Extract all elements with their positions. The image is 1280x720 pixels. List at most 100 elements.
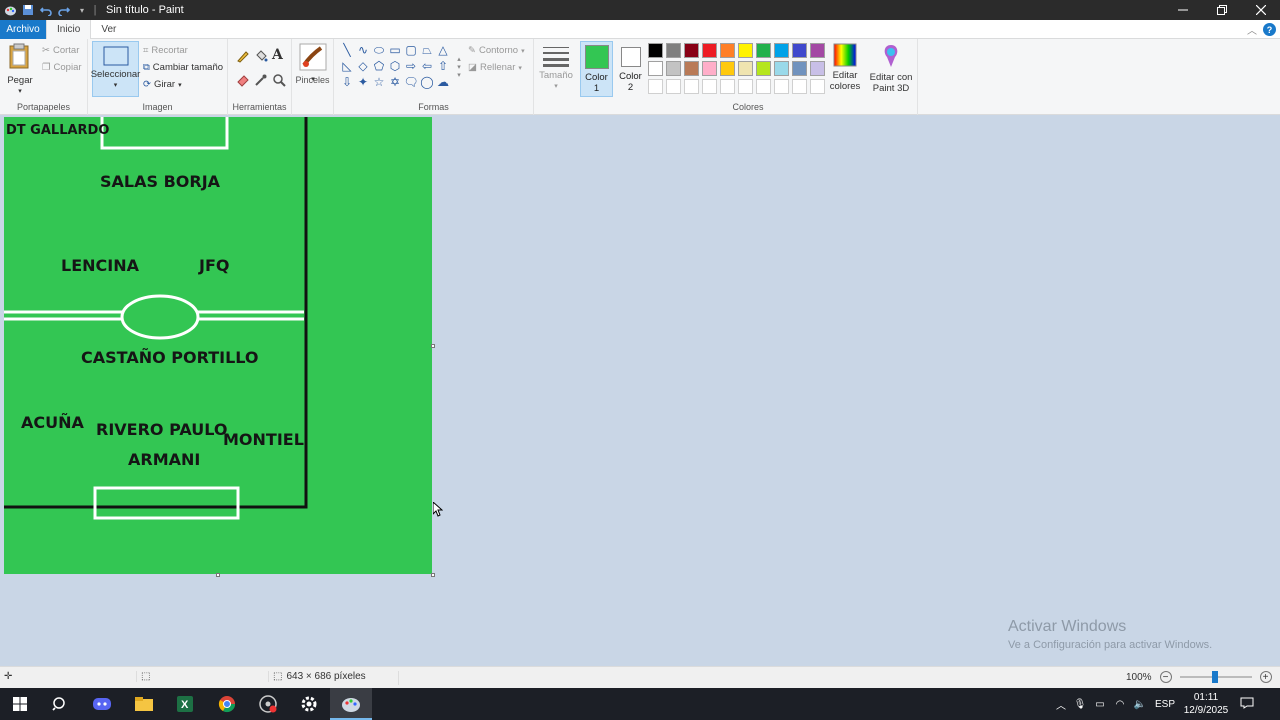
palette-swatch[interactable] bbox=[810, 79, 825, 94]
polygon-shape-icon[interactable]: ⏢ bbox=[420, 43, 434, 57]
chrome-icon[interactable] bbox=[215, 692, 239, 716]
palette-swatch[interactable] bbox=[702, 79, 717, 94]
palette-swatch[interactable] bbox=[648, 43, 663, 58]
shapes-scroll-icon[interactable]: ▴ ▾ ▾ bbox=[452, 43, 466, 91]
paint3d-button[interactable]: Editar con Paint 3D bbox=[868, 43, 914, 94]
tab-view[interactable]: Ver bbox=[91, 20, 126, 39]
palette-swatch[interactable] bbox=[702, 43, 717, 58]
restore-icon[interactable] bbox=[1202, 0, 1241, 20]
collapse-ribbon-icon[interactable]: ︿ bbox=[1247, 22, 1257, 37]
paint-taskbar-button[interactable] bbox=[330, 688, 372, 720]
palette-swatch[interactable] bbox=[720, 43, 735, 58]
resize-button[interactable]: ⧉ Cambiar tamaño bbox=[143, 62, 223, 73]
rotate-button[interactable]: ⟳ Girar ▾ bbox=[143, 79, 182, 90]
file-explorer-icon[interactable] bbox=[132, 692, 156, 716]
wifi-icon[interactable]: ◠ bbox=[1110, 699, 1130, 710]
callout-cloud-shape-icon[interactable]: ☁ bbox=[436, 75, 450, 89]
palette-swatch[interactable] bbox=[684, 43, 699, 58]
settings-gear-icon[interactable] bbox=[297, 692, 321, 716]
tab-file[interactable]: Archivo bbox=[0, 19, 46, 39]
down-arrow-shape-icon[interactable]: ⇩ bbox=[340, 75, 354, 89]
tab-home[interactable]: Inicio bbox=[46, 19, 92, 40]
up-arrow-shape-icon[interactable]: ⇧ bbox=[436, 59, 450, 73]
magnifier-icon[interactable] bbox=[272, 73, 286, 90]
fill-button[interactable]: ◪ Rellenar ▾ bbox=[468, 62, 522, 73]
palette-swatch[interactable] bbox=[792, 43, 807, 58]
notifications-icon[interactable] bbox=[1232, 697, 1262, 712]
palette-swatch[interactable] bbox=[792, 79, 807, 94]
palette-swatch[interactable] bbox=[774, 61, 789, 76]
palette-swatch[interactable] bbox=[720, 79, 735, 94]
close-icon[interactable] bbox=[1241, 0, 1280, 20]
help-icon[interactable]: ? bbox=[1263, 23, 1276, 36]
eraser-icon[interactable] bbox=[236, 73, 250, 90]
palette-swatch[interactable] bbox=[774, 43, 789, 58]
select-dropdown-icon[interactable]: ▾ bbox=[114, 80, 118, 91]
palette-swatch[interactable] bbox=[738, 43, 753, 58]
search-icon[interactable] bbox=[48, 692, 72, 716]
right-arrow-shape-icon[interactable]: ⇨ bbox=[404, 59, 418, 73]
resize-handle-right[interactable] bbox=[431, 344, 435, 348]
palette-swatch[interactable] bbox=[720, 61, 735, 76]
palette-swatch[interactable] bbox=[738, 61, 753, 76]
rectangle-shape-icon[interactable]: ▭ bbox=[388, 43, 402, 57]
palette-swatch[interactable] bbox=[684, 61, 699, 76]
palette-swatch[interactable] bbox=[756, 61, 771, 76]
customize-toolbar-icon[interactable]: ▾ bbox=[74, 2, 90, 18]
resize-handle-bottom[interactable] bbox=[216, 573, 220, 577]
palette-swatch[interactable] bbox=[738, 79, 753, 94]
color1-button[interactable]: Color 1 bbox=[580, 41, 613, 97]
palette-swatch[interactable] bbox=[666, 79, 681, 94]
callout-oval-shape-icon[interactable]: ◯ bbox=[420, 75, 434, 89]
palette-swatch[interactable] bbox=[666, 43, 681, 58]
palette-swatch[interactable] bbox=[648, 79, 663, 94]
copy-button[interactable]: ❐ Copiar bbox=[42, 62, 82, 73]
canvas-workspace[interactable]: DT GALLARDO SALAS BORJA LENCINA JFQ CAST… bbox=[0, 116, 1280, 666]
six-point-star-shape-icon[interactable]: ✡ bbox=[388, 75, 402, 89]
paste-dropdown-icon[interactable]: ▾ bbox=[18, 86, 22, 97]
pentagon-shape-icon[interactable]: ⬠ bbox=[372, 59, 386, 73]
drawing-canvas[interactable]: DT GALLARDO SALAS BORJA LENCINA JFQ CAST… bbox=[4, 117, 432, 574]
show-hidden-icons-icon[interactable]: ︿ bbox=[1052, 697, 1070, 712]
save-icon[interactable] bbox=[20, 2, 36, 18]
volume-icon[interactable]: 🔈 bbox=[1130, 699, 1150, 710]
excel-icon[interactable]: X bbox=[173, 692, 197, 716]
palette-swatch[interactable] bbox=[792, 61, 807, 76]
left-arrow-shape-icon[interactable]: ⇦ bbox=[420, 59, 434, 73]
zoom-out-icon[interactable]: − bbox=[1159, 671, 1172, 683]
text-icon[interactable]: A bbox=[272, 47, 283, 63]
callout-rect-shape-icon[interactable]: 🗨 bbox=[403, 75, 418, 89]
recording-app-icon[interactable] bbox=[256, 692, 280, 716]
palette-swatch[interactable] bbox=[702, 61, 717, 76]
outline-button[interactable]: ✎ Contorno ▾ bbox=[468, 45, 525, 56]
curve-shape-icon[interactable]: ∿ bbox=[356, 43, 370, 57]
zoom-slider-thumb[interactable] bbox=[1211, 671, 1218, 683]
crop-button[interactable]: ⌗ Recortar bbox=[143, 45, 188, 56]
palette-swatch[interactable] bbox=[810, 61, 825, 76]
four-point-star-shape-icon[interactable]: ✦ bbox=[356, 75, 370, 89]
minimize-icon[interactable] bbox=[1163, 0, 1202, 20]
line-shape-icon[interactable]: ╲ bbox=[340, 43, 354, 57]
palette-swatch[interactable] bbox=[756, 43, 771, 58]
zoom-in-icon[interactable]: + bbox=[1259, 671, 1272, 683]
fill-bucket-icon[interactable] bbox=[254, 49, 268, 66]
paste-button[interactable]: Pegar ▾ bbox=[4, 42, 36, 97]
microphone-icon[interactable]: 🎙 bbox=[1070, 699, 1090, 710]
color2-button[interactable]: Color 2 bbox=[614, 41, 647, 97]
discord-icon[interactable] bbox=[90, 692, 114, 716]
edit-colors-button[interactable]: Editar colores bbox=[828, 43, 862, 92]
right-triangle-shape-icon[interactable]: ◺ bbox=[340, 59, 354, 73]
rounded-rectangle-shape-icon[interactable]: ▢ bbox=[404, 43, 418, 57]
palette-swatch[interactable] bbox=[774, 79, 789, 94]
palette-swatch[interactable] bbox=[648, 61, 663, 76]
five-point-star-shape-icon[interactable]: ☆ bbox=[372, 75, 386, 89]
pencil-icon[interactable] bbox=[236, 49, 250, 66]
language-indicator[interactable]: ESP bbox=[1150, 699, 1180, 710]
battery-icon[interactable]: ▭ bbox=[1090, 699, 1110, 710]
palette-swatch[interactable] bbox=[810, 43, 825, 58]
size-button[interactable]: Tamaño ▾ bbox=[538, 45, 574, 92]
triangle-shape-icon[interactable]: △ bbox=[436, 43, 450, 57]
hexagon-shape-icon[interactable]: ⬡ bbox=[388, 59, 402, 73]
cut-button[interactable]: ✂ Cortar bbox=[42, 45, 79, 56]
select-button[interactable]: Seleccionar ▾ bbox=[91, 41, 140, 97]
